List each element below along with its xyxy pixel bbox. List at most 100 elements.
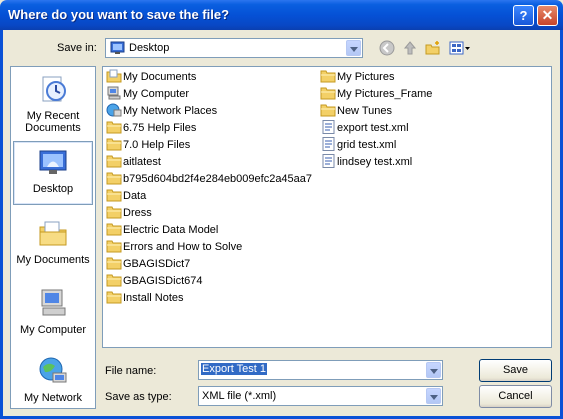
- file-name: GBAGISDict7: [123, 258, 191, 270]
- folder-icon: [320, 70, 336, 83]
- folder-icon: [106, 223, 122, 236]
- my-documents-icon: [106, 69, 122, 83]
- folder-icon: [106, 155, 122, 168]
- file-name: 7.0 Help Files: [123, 139, 191, 151]
- save-as-type-label: Save as type:: [105, 391, 172, 403]
- list-item[interactable]: lindsey test.xml: [320, 154, 412, 170]
- list-item[interactable]: Errors and How to Solve: [106, 239, 242, 255]
- folder-icon: [106, 172, 122, 185]
- file-name: lindsey test.xml: [337, 156, 413, 168]
- list-item[interactable]: My Network Places: [106, 103, 217, 119]
- recent-documents-icon: [42, 76, 66, 102]
- chevron-down-icon[interactable]: [346, 40, 361, 56]
- file-name: aitlatest: [123, 156, 161, 168]
- list-item[interactable]: b795d604bd2f4e284eb009efc2a45aa7: [106, 171, 312, 187]
- file-name-label: File name:: [105, 365, 157, 377]
- network-places-icon: [106, 103, 122, 117]
- file-name: grid test.xml: [337, 139, 397, 151]
- desktop-icon: [110, 41, 125, 54]
- place-label-line-2: Documents: [25, 122, 81, 134]
- file-name: Errors and How to Solve: [123, 241, 243, 253]
- file-name: New Tunes: [337, 105, 393, 117]
- folder-icon: [320, 104, 336, 117]
- list-item[interactable]: export test.xml: [320, 120, 409, 136]
- place-my-recent-documents[interactable]: My Recent Documents: [13, 73, 93, 134]
- my-documents-icon: [39, 221, 67, 246]
- place-label: My Computer: [19, 324, 87, 336]
- folder-icon: [106, 257, 122, 270]
- file-name: Dress: [123, 207, 152, 219]
- cancel-button[interactable]: Cancel: [479, 385, 552, 408]
- up-folder-icon[interactable]: [401, 39, 419, 57]
- list-item[interactable]: Electric Data Model: [106, 222, 218, 238]
- new-folder-icon[interactable]: [424, 39, 442, 57]
- save-in-label: Save in:: [57, 42, 97, 54]
- title-bar[interactable]: Where do you want to save the file? ? ✕: [0, 0, 563, 30]
- list-item[interactable]: Dress: [106, 205, 152, 221]
- file-name: My Pictures: [337, 71, 395, 83]
- file-name: My Computer: [123, 88, 190, 100]
- chevron-down-icon[interactable]: [426, 388, 441, 404]
- my-computer-icon: [41, 289, 66, 316]
- place-my-documents[interactable]: My Documents: [13, 217, 93, 266]
- folder-icon: [106, 138, 122, 151]
- folder-icon: [106, 206, 122, 219]
- list-item[interactable]: aitlatest: [106, 154, 161, 170]
- save-button[interactable]: Save: [479, 359, 552, 382]
- folder-icon: [106, 189, 122, 202]
- chevron-down-icon[interactable]: [426, 362, 441, 378]
- window-frame-left: [0, 30, 3, 419]
- save-as-type-dropdown[interactable]: XML file (*.xml): [198, 386, 443, 406]
- list-item[interactable]: GBAGISDict7: [106, 256, 190, 272]
- back-icon[interactable]: [378, 39, 396, 57]
- file-name: My Pictures_Frame: [337, 88, 433, 100]
- places-bar: My Recent Documents Desktop My Documents…: [10, 66, 96, 409]
- file-name: b795d604bd2f4e284eb009efc2a45aa7: [123, 173, 313, 185]
- place-my-computer[interactable]: My Computer: [13, 287, 93, 336]
- close-button[interactable]: ✕: [537, 5, 558, 26]
- file-list[interactable]: My Documents My Computer My Network Plac…: [102, 66, 552, 348]
- place-label: My Documents: [16, 254, 90, 266]
- list-item[interactable]: 7.0 Help Files: [106, 137, 190, 153]
- list-item[interactable]: My Pictures: [320, 69, 394, 85]
- window-title: Where do you want to save the file?: [8, 7, 230, 22]
- place-label-line-1: My Recent: [26, 110, 80, 122]
- folder-icon: [106, 291, 122, 304]
- list-item[interactable]: Data: [106, 188, 146, 204]
- place-label: Desktop: [32, 183, 74, 195]
- file-name: GBAGISDict674: [123, 275, 203, 287]
- file-name: Install Notes: [123, 292, 184, 304]
- folder-icon: [106, 274, 122, 287]
- my-computer-icon: [107, 86, 121, 100]
- list-item[interactable]: My Pictures_Frame: [320, 86, 432, 102]
- my-network-icon: [39, 357, 67, 383]
- list-item[interactable]: Install Notes: [106, 290, 184, 306]
- list-item[interactable]: GBAGISDict674: [106, 273, 202, 289]
- file-name: Data: [123, 190, 147, 202]
- save-as-type-value: XML file (*.xml): [202, 390, 277, 402]
- file-name: export test.xml: [337, 122, 409, 134]
- list-item[interactable]: New Tunes: [320, 103, 392, 119]
- place-label: My Network: [23, 392, 83, 404]
- save-in-dropdown[interactable]: Desktop: [105, 38, 363, 58]
- file-name-field[interactable]: Export Test 1: [198, 360, 443, 380]
- xml-file-icon: [322, 154, 335, 169]
- place-my-network[interactable]: My Network: [13, 355, 93, 404]
- views-menu-icon[interactable]: [448, 39, 472, 57]
- folder-icon: [106, 121, 122, 134]
- xml-file-icon: [322, 120, 335, 135]
- list-item[interactable]: grid test.xml: [320, 137, 396, 153]
- list-item[interactable]: 6.75 Help Files: [106, 120, 196, 136]
- desktop-icon: [39, 150, 67, 174]
- place-desktop[interactable]: Desktop: [13, 141, 93, 205]
- file-name: My Network Places: [123, 105, 218, 117]
- file-name-value: Export Test 1: [201, 363, 267, 375]
- file-name: 6.75 Help Files: [123, 122, 197, 134]
- list-item[interactable]: My Computer: [106, 86, 189, 102]
- folder-icon: [106, 240, 122, 253]
- file-name: Electric Data Model: [123, 224, 219, 236]
- save-in-value: Desktop: [129, 42, 170, 54]
- help-button[interactable]: ?: [513, 5, 534, 26]
- folder-icon: [320, 87, 336, 100]
- list-item[interactable]: My Documents: [106, 69, 196, 85]
